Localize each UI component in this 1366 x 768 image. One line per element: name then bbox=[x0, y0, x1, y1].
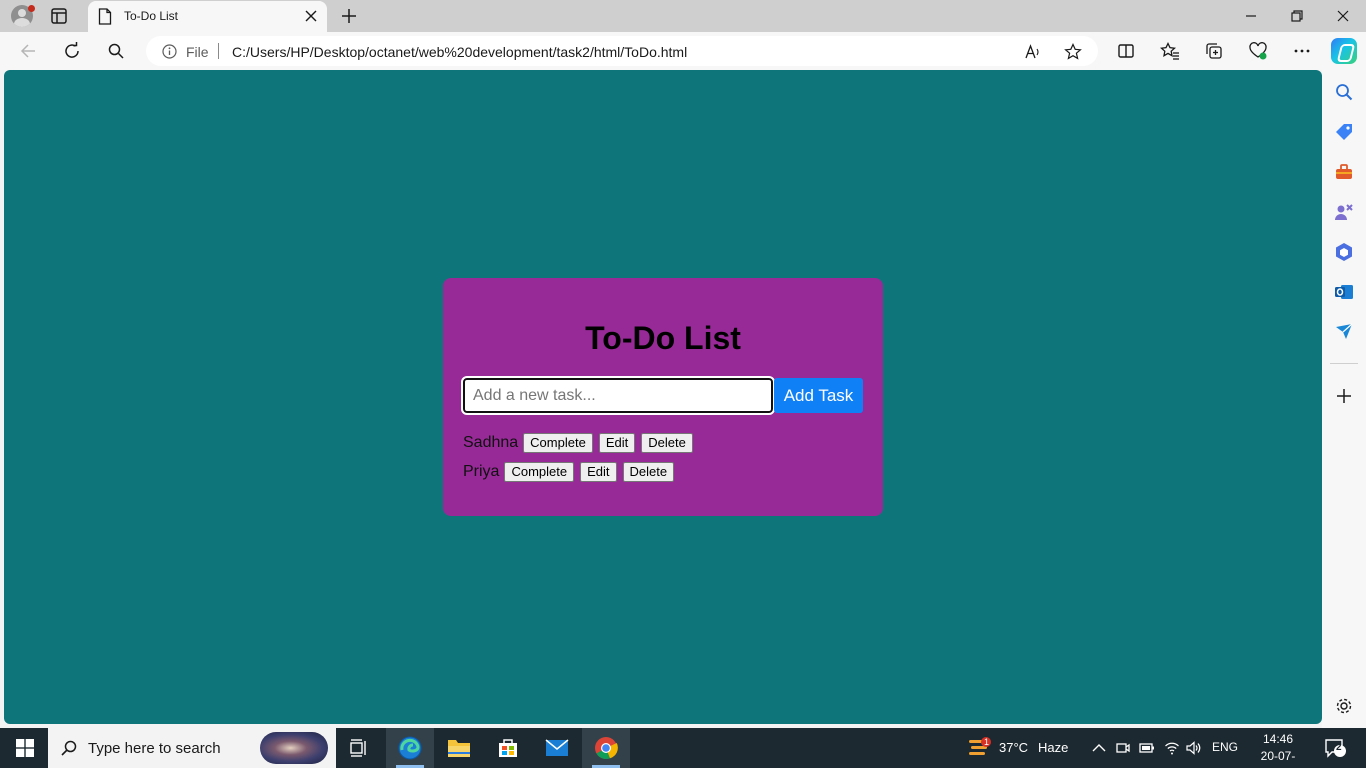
sidebar-settings-icon[interactable] bbox=[1334, 696, 1354, 716]
notification-count-badge: 2 bbox=[1336, 742, 1342, 753]
copilot-icon[interactable] bbox=[1331, 38, 1357, 64]
taskbar-clock[interactable]: 14:46 20-07-2024 bbox=[1250, 731, 1306, 768]
browser-tab-strip: To-Do List bbox=[0, 0, 1366, 32]
task-view-button[interactable] bbox=[336, 728, 384, 768]
active-tab[interactable]: To-Do List bbox=[88, 1, 327, 32]
battery-icon[interactable] bbox=[1139, 740, 1155, 756]
edge-icon bbox=[398, 736, 422, 760]
store-icon bbox=[499, 739, 517, 757]
page-title: To-Do List bbox=[585, 320, 741, 356]
list-item: Priya Complete Edit Delete bbox=[463, 457, 699, 486]
meet-now-icon[interactable] bbox=[1115, 740, 1131, 756]
weather-temperature[interactable]: 37°C bbox=[999, 740, 1028, 755]
split-screen-icon[interactable] bbox=[1116, 41, 1136, 61]
taskbar-search-box[interactable]: Type here to search bbox=[48, 728, 336, 768]
search-icon[interactable] bbox=[106, 41, 126, 61]
clock-date: 20-07-2024 bbox=[1260, 749, 1296, 768]
weather-alert-badge: 1 bbox=[984, 737, 990, 747]
tab-title: To-Do List bbox=[124, 9, 179, 23]
address-scheme: File bbox=[186, 44, 209, 60]
shopping-tag-icon[interactable] bbox=[1334, 122, 1354, 142]
new-tab-icon[interactable] bbox=[339, 6, 359, 26]
restore-icon[interactable] bbox=[1287, 6, 1307, 26]
search-icon bbox=[61, 740, 77, 756]
chrome-icon bbox=[595, 737, 618, 760]
refresh-icon[interactable] bbox=[62, 41, 82, 61]
taskbar-chrome[interactable] bbox=[582, 728, 630, 768]
sidebar-divider bbox=[1330, 363, 1358, 364]
taskbar-edge[interactable] bbox=[386, 728, 434, 768]
page-viewport: To-Do List Add Task Sadhna Complete Edit… bbox=[4, 70, 1322, 724]
search-highlight-image[interactable] bbox=[260, 732, 328, 764]
complete-button[interactable]: Complete bbox=[523, 432, 593, 453]
show-hidden-icons-icon[interactable] bbox=[1091, 740, 1107, 756]
task-name: Sadhna bbox=[463, 433, 519, 451]
edit-button[interactable]: Edit bbox=[598, 432, 636, 453]
add-task-button[interactable]: Add Task bbox=[774, 378, 863, 413]
notifications-icon[interactable] bbox=[1324, 738, 1346, 758]
wifi-icon[interactable] bbox=[1164, 740, 1180, 756]
info-icon[interactable] bbox=[162, 44, 177, 59]
task-name: Priya bbox=[463, 462, 500, 480]
edit-button[interactable]: Edit bbox=[580, 461, 617, 482]
tools-icon[interactable] bbox=[1334, 162, 1354, 182]
drop-send-icon[interactable] bbox=[1334, 322, 1354, 342]
edge-sidebar bbox=[1322, 70, 1366, 728]
weather-condition[interactable]: Haze bbox=[1038, 740, 1068, 755]
more-menu-icon[interactable] bbox=[1292, 41, 1312, 61]
delete-button[interactable]: Delete bbox=[641, 432, 693, 453]
volume-icon[interactable] bbox=[1186, 740, 1202, 756]
minimize-icon[interactable] bbox=[1241, 6, 1261, 26]
profile-notification-dot bbox=[28, 5, 35, 12]
list-item: Sadhna Complete Edit Delete bbox=[463, 428, 699, 457]
complete-button[interactable]: Complete bbox=[504, 461, 575, 482]
task-view-icon bbox=[350, 739, 366, 757]
outlook-icon[interactable] bbox=[1334, 282, 1354, 302]
folder-icon bbox=[448, 740, 470, 757]
favorite-star-icon[interactable] bbox=[1064, 43, 1082, 61]
read-aloud-icon[interactable] bbox=[1024, 43, 1042, 61]
clock-time: 14:46 bbox=[1262, 732, 1294, 746]
collections-icon[interactable] bbox=[1204, 41, 1224, 61]
windows-taskbar: Type here to search 1 37°C Haze ENG 14:4… bbox=[0, 728, 1366, 768]
games-icon[interactable] bbox=[1334, 202, 1354, 222]
microsoft-365-icon[interactable] bbox=[1334, 242, 1354, 262]
taskbar-file-explorer[interactable] bbox=[435, 728, 483, 768]
browser-toolbar: File C:/Users/HP/Desktop/octanet/web%20d… bbox=[0, 32, 1366, 70]
address-bar[interactable]: File C:/Users/HP/Desktop/octanet/web%20d… bbox=[146, 36, 1098, 66]
avatar-body bbox=[14, 18, 30, 27]
tab-actions-icon[interactable] bbox=[50, 7, 68, 25]
add-sidebar-app-icon[interactable] bbox=[1334, 386, 1354, 406]
favorites-icon[interactable] bbox=[1160, 41, 1180, 61]
back-icon[interactable] bbox=[18, 41, 38, 61]
close-window-icon[interactable] bbox=[1333, 6, 1353, 26]
close-tab-icon[interactable] bbox=[303, 8, 319, 24]
mail-icon bbox=[545, 739, 569, 756]
address-url[interactable]: C:/Users/HP/Desktop/octanet/web%20develo… bbox=[232, 44, 687, 60]
delete-button[interactable]: Delete bbox=[622, 461, 675, 482]
address-separator bbox=[218, 43, 219, 59]
search-placeholder: Type here to search bbox=[88, 740, 221, 757]
document-icon bbox=[98, 8, 112, 25]
sidebar-search-icon[interactable] bbox=[1334, 82, 1354, 102]
taskbar-store[interactable] bbox=[484, 728, 532, 768]
language-indicator[interactable]: ENG bbox=[1212, 740, 1238, 754]
todo-card: To-Do List Add Task Sadhna Complete Edit… bbox=[443, 278, 883, 516]
browser-essentials-icon[interactable] bbox=[1248, 41, 1268, 61]
avatar-head bbox=[18, 9, 26, 17]
task-list: Sadhna Complete Edit Delete Priya Comple… bbox=[463, 428, 699, 486]
task-input[interactable] bbox=[461, 376, 775, 415]
windows-start-icon[interactable] bbox=[16, 739, 34, 757]
taskbar-mail[interactable] bbox=[533, 728, 581, 768]
